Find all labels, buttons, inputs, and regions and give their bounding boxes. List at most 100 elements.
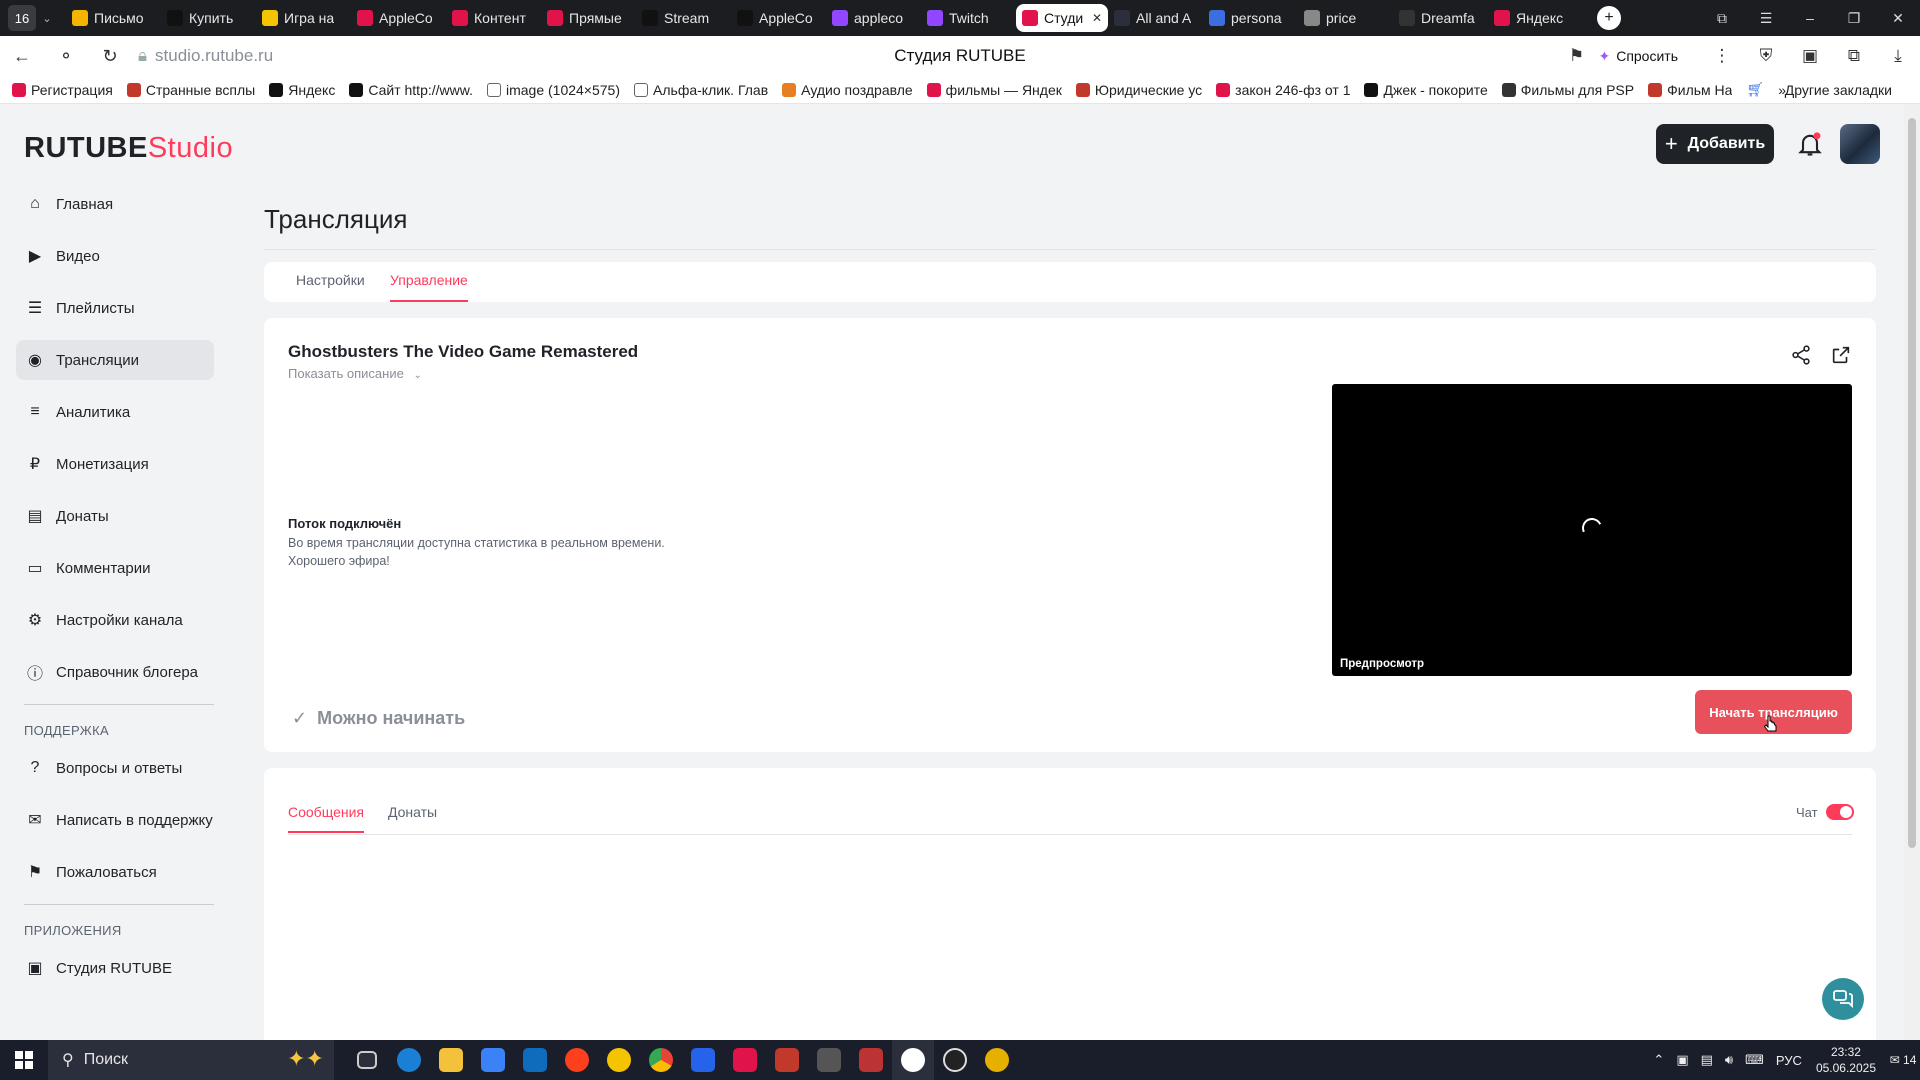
sidebar-item[interactable]: ⓘ Справочник блогера xyxy=(16,652,214,692)
restore-icon[interactable]: ❐ xyxy=(1832,10,1876,27)
url-field[interactable]: 🔒︎ studio.rutube.ru xyxy=(138,46,638,66)
back-icon[interactable]: ← xyxy=(0,46,44,67)
tabs-menu-chevron-icon[interactable]: ⌄ xyxy=(36,12,58,25)
video-app-icon[interactable] xyxy=(724,1040,766,1080)
tab-settings[interactable]: Настройки xyxy=(296,272,365,288)
scrollbar-thumb[interactable] xyxy=(1908,118,1916,848)
bookmark-item[interactable]: фильмы — Яндек xyxy=(926,82,1062,98)
other-bookmarks[interactable]: Другие закладки xyxy=(1785,82,1892,98)
reload-icon[interactable]: ↻ xyxy=(88,46,132,67)
yandex-browser-active-icon[interactable] xyxy=(892,1040,934,1080)
rutube-studio-logo[interactable]: RUTUBEStudio xyxy=(24,132,233,165)
sidebar-item[interactable]: ◉ Трансляции xyxy=(16,340,214,380)
yandex-browser-icon[interactable] xyxy=(766,1040,808,1080)
bookmark-item[interactable]: Яндекс xyxy=(269,82,335,98)
yandex-shield-icon[interactable]: ⚬ xyxy=(44,46,88,67)
task-view-icon[interactable] xyxy=(346,1040,388,1080)
language-indicator[interactable]: РУС xyxy=(1776,1053,1802,1068)
stream-preview[interactable]: Предпросмотр xyxy=(1332,384,1852,676)
sidebar-item[interactable]: ≡ Аналитика xyxy=(16,392,214,432)
share-icon[interactable] xyxy=(1790,344,1812,366)
edge-icon[interactable] xyxy=(388,1040,430,1080)
sidebar-item[interactable]: ▶ Видео xyxy=(16,236,214,276)
browser-tab[interactable]: Яндекс xyxy=(1488,4,1583,32)
explorer-icon[interactable] xyxy=(430,1040,472,1080)
support-chat-button[interactable] xyxy=(1822,978,1864,1020)
tab-counter[interactable]: 16 xyxy=(8,5,36,31)
chrome-icon[interactable] xyxy=(640,1040,682,1080)
volume-icon[interactable]: 🔊︎ xyxy=(1725,1052,1733,1068)
show-description-toggle[interactable]: Показать описание ⌄ xyxy=(288,366,422,381)
game-icon[interactable] xyxy=(850,1040,892,1080)
clock[interactable]: 23:32 05.06.2025 xyxy=(1816,1044,1876,1076)
bookmark-item[interactable]: Регистрация xyxy=(12,82,113,98)
store-icon[interactable] xyxy=(472,1040,514,1080)
open-external-icon[interactable] xyxy=(1830,344,1852,366)
bookmark-item[interactable]: Джек - покорите xyxy=(1364,82,1488,98)
browser-tab[interactable]: Dreamfa xyxy=(1393,4,1488,32)
ask-button[interactable]: ✦ Спросить xyxy=(1598,48,1678,65)
passwords-icon[interactable]: ▣ xyxy=(1788,46,1832,66)
sidebar-item[interactable]: ? Вопросы и ответы xyxy=(16,748,214,788)
sidebar-item[interactable]: ▤ Донаты xyxy=(16,496,214,536)
bookmark-item[interactable]: Аудио поздравле xyxy=(782,82,913,98)
browser-tab[interactable]: persona xyxy=(1203,4,1298,32)
collections-icon[interactable]: ⧉ xyxy=(1700,10,1744,27)
sidebar-item[interactable]: ⚑ Пожаловаться xyxy=(16,852,214,892)
close-window-icon[interactable]: ✕ xyxy=(1876,10,1920,27)
browser-menu-icon[interactable]: ☰ xyxy=(1744,10,1788,27)
browser-tab[interactable]: AppleCo xyxy=(351,4,446,32)
bookmark-item[interactable]: image (1024×575) xyxy=(486,82,620,98)
browser-tab[interactable]: AppleCo xyxy=(731,4,826,32)
browser-tab[interactable]: Stream xyxy=(636,4,731,32)
browser-tab[interactable]: Контент xyxy=(446,4,541,32)
avatar[interactable] xyxy=(1840,124,1880,164)
browser-tab[interactable]: All and A xyxy=(1108,4,1203,32)
bookmark-item[interactable]: Странные всплы xyxy=(126,82,255,98)
adblock-shield-icon[interactable]: ⛨ xyxy=(1744,46,1788,66)
notifications-bell-icon[interactable] xyxy=(1796,130,1824,158)
sidebar-item[interactable]: ☰ Плейлисты xyxy=(16,288,214,328)
close-tab-icon[interactable]: ✕ xyxy=(1092,11,1102,25)
sidebar-item[interactable]: ✉ Написать в поддержку xyxy=(16,800,214,840)
browser-tab[interactable]: Студи ✕ xyxy=(1016,4,1108,32)
taskbar-search[interactable]: ⚲ Поиск ✦✦ xyxy=(48,1040,334,1080)
bookmark-item[interactable]: Фильмы для PSP xyxy=(1501,82,1634,98)
chat-toggle[interactable] xyxy=(1826,804,1854,820)
bookmark-item[interactable]: Фильм На xyxy=(1648,82,1732,98)
browser-tab[interactable]: price xyxy=(1298,4,1393,32)
sidebar-item[interactable]: ▭ Комментарии xyxy=(16,548,214,588)
windows-start-icon[interactable] xyxy=(0,1051,48,1069)
browser-tab[interactable]: Twitch xyxy=(921,4,1016,32)
bookmark-item[interactable]: Юридические ус xyxy=(1075,82,1202,98)
page-scrollbar[interactable] xyxy=(1904,104,1920,1040)
browser-tab[interactable]: Купить xyxy=(161,4,256,32)
add-button[interactable]: + Добавить xyxy=(1656,124,1774,164)
extensions-icon[interactable]: ⧉ xyxy=(1832,46,1876,66)
tray-chevron-icon[interactable]: ⌃ xyxy=(1653,1052,1664,1068)
sidebar-item[interactable]: ⚙ Настройки канала xyxy=(16,600,214,640)
defender-icon[interactable] xyxy=(682,1040,724,1080)
outlook-icon[interactable] xyxy=(514,1040,556,1080)
new-tab-button[interactable]: + xyxy=(1597,6,1621,30)
network-icon[interactable]: ▤ xyxy=(1701,1052,1713,1068)
sidebar-item[interactable]: ▣ Студия RUTUBE xyxy=(16,948,214,988)
browser-tab[interactable]: Игра на xyxy=(256,4,351,32)
yandex-music-icon[interactable] xyxy=(598,1040,640,1080)
sidebar-item[interactable]: ₽ Монетизация xyxy=(16,444,214,484)
cart-bookmark-icon[interactable]: 🛒︎ xyxy=(1746,81,1764,98)
app-yellow-icon[interactable] xyxy=(976,1040,1018,1080)
browser-tab[interactable]: Письмо xyxy=(66,4,161,32)
bookmark-item[interactable]: Альфа-клик. Глав xyxy=(634,82,768,98)
obs-icon[interactable] xyxy=(934,1040,976,1080)
bookmark-item[interactable]: Сайт http://www. xyxy=(349,82,473,98)
sidebar-item[interactable]: ⌂ Главная xyxy=(16,184,214,224)
meet-icon[interactable]: ▣ xyxy=(1676,1052,1688,1068)
yandex-icon[interactable] xyxy=(556,1040,598,1080)
bookmark-icon[interactable]: ⚑ xyxy=(1554,46,1598,66)
minimize-icon[interactable]: – xyxy=(1788,10,1832,26)
app-icon[interactable] xyxy=(808,1040,850,1080)
bookmark-item[interactable]: закон 246-фз от 1 xyxy=(1216,82,1350,98)
browser-tab[interactable]: Прямые xyxy=(541,4,636,32)
tab-messages[interactable]: Сообщения xyxy=(288,804,364,833)
